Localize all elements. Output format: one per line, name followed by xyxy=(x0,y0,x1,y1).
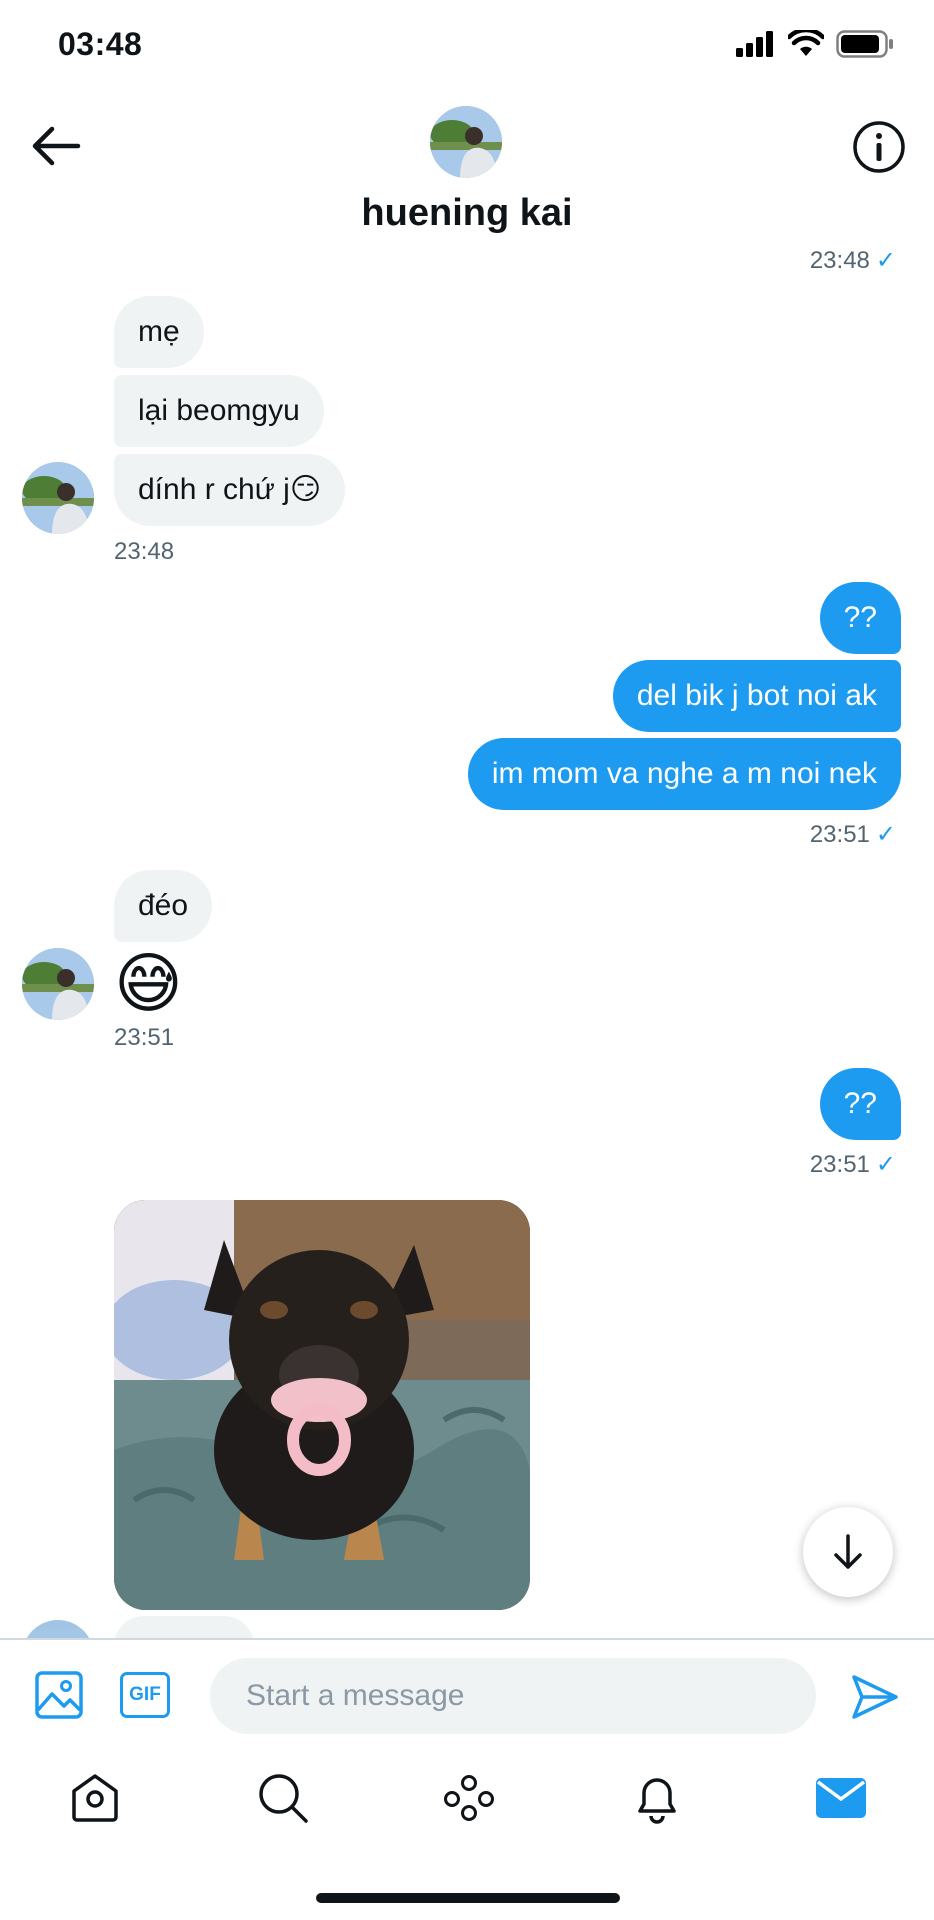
nav-messages[interactable] xyxy=(812,1769,870,1827)
incoming-message[interactable]: lại beomgyu xyxy=(114,375,324,447)
avatar-image xyxy=(22,948,94,1020)
outgoing-message[interactable]: ?? xyxy=(819,1068,901,1140)
message-timestamp: 23:51 xyxy=(114,1024,175,1051)
sender-avatar[interactable] xyxy=(22,462,94,534)
gif-button[interactable]: GIF xyxy=(120,1672,170,1718)
message-input[interactable] xyxy=(210,1658,816,1734)
incoming-message[interactable]: dính r chứ j😏 xyxy=(114,454,346,526)
home-icon xyxy=(72,1774,118,1822)
sender-avatar xyxy=(22,1620,94,1638)
arrow-down-icon xyxy=(834,1534,862,1569)
home-indicator xyxy=(316,1893,620,1903)
incoming-emoji-message[interactable]: 😅 xyxy=(114,948,183,1018)
arrow-left-icon xyxy=(32,126,81,166)
check-icon: ✓ xyxy=(875,821,896,848)
message-input-wrapper[interactable] xyxy=(210,1658,816,1734)
nav-notifications[interactable] xyxy=(628,1769,686,1827)
outgoing-message[interactable]: del bik j bot noi ak xyxy=(612,660,901,732)
info-button[interactable] xyxy=(850,118,908,176)
outgoing-message[interactable]: im mom va nghe a m noi nek xyxy=(467,738,901,810)
incoming-message-partial xyxy=(114,1616,254,1638)
message-timestamp: 23:51 ✓ xyxy=(810,820,896,849)
dog-photo xyxy=(114,1200,530,1610)
timestamp-text: 23:51 xyxy=(809,821,870,848)
message-timestamp: 23:51 ✓ xyxy=(810,1150,896,1179)
nav-communities[interactable] xyxy=(440,1769,498,1827)
nav-home[interactable] xyxy=(66,1769,124,1827)
partial-message-row xyxy=(0,1612,934,1638)
avatar-image xyxy=(430,106,502,178)
info-icon xyxy=(853,121,905,173)
send-button[interactable] xyxy=(850,1672,900,1727)
conversation-title: huening kai xyxy=(361,192,573,234)
message-timestamp: 23:48 ✓ xyxy=(810,246,896,275)
sender-avatar[interactable] xyxy=(22,948,94,1020)
avatar-image xyxy=(22,462,94,534)
search-icon xyxy=(259,1774,308,1823)
incoming-message[interactable]: mẹ xyxy=(114,296,204,368)
composer-divider xyxy=(0,1638,934,1640)
wifi-icon xyxy=(788,30,824,56)
image-button[interactable] xyxy=(34,1670,84,1725)
dog-photo-message[interactable] xyxy=(114,1200,530,1610)
status-time: 03:48 xyxy=(58,26,143,62)
gif-icon: GIF xyxy=(129,1684,161,1705)
outgoing-message[interactable]: ?? xyxy=(819,582,901,654)
nav-search[interactable] xyxy=(254,1769,312,1827)
send-icon xyxy=(852,1675,898,1719)
message-timestamp: 23:48 xyxy=(114,538,175,565)
check-icon: ✓ xyxy=(875,1151,896,1178)
battery-icon xyxy=(836,30,893,58)
communities-icon xyxy=(444,1775,494,1821)
check-icon: ✓ xyxy=(875,247,896,274)
status-icons xyxy=(736,30,894,58)
back-button[interactable] xyxy=(28,118,84,174)
scroll-to-bottom-button[interactable] xyxy=(803,1507,893,1597)
timestamp-text: 23:48 xyxy=(809,247,870,274)
bell-icon xyxy=(638,1778,676,1824)
timestamp-text: 23:51 xyxy=(809,1151,870,1178)
signal-icon xyxy=(736,31,773,57)
mail-icon xyxy=(816,1778,866,1818)
image-icon xyxy=(35,1671,83,1719)
header-avatar[interactable] xyxy=(430,106,502,178)
incoming-message[interactable]: đéo xyxy=(114,870,213,942)
